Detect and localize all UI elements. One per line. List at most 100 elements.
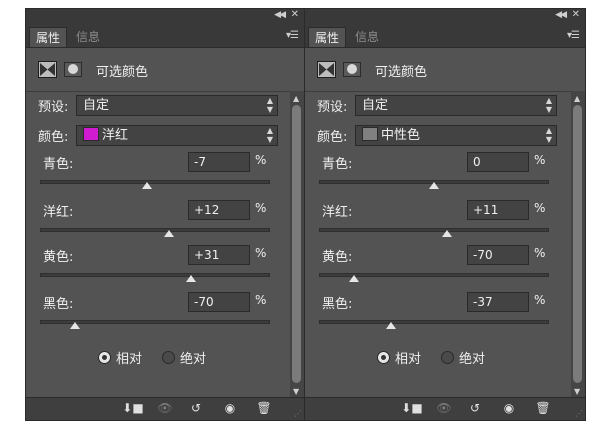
adjustment-header: 可选颜色 — [305, 47, 585, 93]
panel-menu-icon[interactable]: ▾☰ — [286, 30, 299, 41]
scrollbar[interactable]: ▲ ▼ — [290, 91, 304, 399]
color-swatch — [362, 127, 378, 141]
radio-button-checked[interactable] — [98, 351, 111, 364]
preset-value: 自定 — [83, 98, 110, 113]
radio-button-checked[interactable] — [377, 351, 390, 364]
slider-value-input[interactable]: 0 — [467, 152, 529, 172]
slider-handle[interactable] — [163, 230, 174, 237]
preset-select[interactable]: 自定 ▲ ▼ — [76, 95, 278, 116]
slider-track[interactable] — [40, 180, 270, 184]
slider-handle[interactable] — [69, 322, 80, 329]
colors-select[interactable]: 洋红 ▲ ▼ — [76, 125, 278, 146]
slider-row-black: 黑色: -37% — [305, 292, 571, 339]
visibility-eye-icon[interactable]: ◉ — [220, 401, 240, 417]
slider-row-black: 黑色: -70% — [26, 292, 292, 339]
tab-properties[interactable]: 属性 — [29, 27, 68, 47]
view-previous-icon[interactable]: 👁 — [154, 401, 176, 417]
panel-menu-icon[interactable]: ▾☰ — [567, 30, 580, 41]
slider-track[interactable] — [319, 320, 549, 324]
scrollbar-thumb[interactable] — [292, 105, 301, 383]
slider-handle[interactable] — [441, 230, 452, 237]
slider-track[interactable] — [40, 228, 270, 232]
preset-label: 预设: — [317, 100, 348, 115]
radio-absolute[interactable]: 绝对 — [441, 348, 485, 367]
visibility-eye-icon[interactable]: ◉ — [499, 401, 519, 417]
radio-relative[interactable]: 相对 — [377, 348, 421, 367]
double-chevron-left-icon[interactable]: ◀◀ — [274, 10, 286, 20]
panel-title-bar: ◀◀ ✕ — [305, 9, 585, 23]
slider-handle[interactable] — [348, 275, 359, 282]
mask-icon[interactable] — [64, 62, 82, 77]
colors-select[interactable]: 中性色 ▲ ▼ — [355, 125, 557, 146]
slider-handle[interactable] — [429, 182, 439, 189]
slider-label: 青色: — [322, 157, 353, 172]
slider-value-input[interactable]: +11 — [467, 200, 529, 220]
slider-row-yellow: 黄色: +31% — [26, 245, 292, 292]
scrollbar[interactable]: ▲ ▼ — [571, 91, 585, 399]
radio-relative-label: 相对 — [116, 352, 143, 367]
slider-handle[interactable] — [185, 275, 196, 282]
close-icon[interactable]: ✕ — [291, 9, 299, 20]
slider-track[interactable] — [40, 273, 270, 277]
resize-grip-icon[interactable]: ⋰ — [575, 409, 583, 418]
radio-absolute-label: 绝对 — [459, 352, 486, 367]
radio-button[interactable] — [441, 351, 454, 364]
close-icon[interactable]: ✕ — [572, 9, 580, 20]
colors-value: 洋红 — [102, 128, 129, 143]
slider-value-input[interactable]: -70 — [188, 292, 250, 312]
percent-unit: % — [534, 153, 546, 167]
tab-info[interactable]: 信息 — [70, 27, 106, 47]
radio-relative[interactable]: 相对 — [98, 348, 142, 367]
radio-relative-label: 相对 — [395, 352, 422, 367]
slider-value-input[interactable]: -7 — [188, 152, 250, 172]
tab-info[interactable]: 信息 — [349, 27, 385, 47]
double-chevron-left-icon[interactable]: ◀◀ — [555, 10, 567, 20]
slider-row-yellow: 黄色: -70% — [305, 245, 571, 292]
scrollbar-thumb[interactable] — [573, 105, 582, 383]
panel-footer: ⬇■ 👁 ↺ ◉ 🗑 ⋰ — [26, 397, 304, 420]
preset-select[interactable]: 自定 ▲ ▼ — [355, 95, 557, 116]
slider-value-input[interactable]: -70 — [467, 245, 529, 265]
clip-to-layer-icon[interactable]: ⬇■ — [122, 401, 144, 417]
reset-icon[interactable]: ↺ — [465, 401, 485, 417]
slider-label: 黑色: — [43, 297, 74, 312]
preset-label: 预设: — [38, 100, 69, 115]
colors-value: 中性色 — [381, 128, 421, 143]
colors-label: 颜色: — [317, 130, 348, 145]
adjustment-icon[interactable] — [38, 61, 57, 78]
divider — [305, 91, 571, 92]
slider-row-cyan: 青色: 0% — [305, 152, 571, 199]
percent-unit: % — [255, 246, 267, 260]
scroll-down-icon[interactable]: ▼ — [293, 387, 299, 396]
scroll-up-icon[interactable]: ▲ — [574, 94, 580, 103]
radio-button[interactable] — [162, 351, 175, 364]
clip-to-layer-icon[interactable]: ⬇■ — [401, 401, 423, 417]
slider-handle[interactable] — [141, 182, 152, 189]
slider-value-input[interactable]: +31 — [188, 245, 250, 265]
percent-unit: % — [255, 293, 267, 307]
percent-unit: % — [534, 201, 546, 215]
slider-handle[interactable] — [386, 322, 397, 329]
reset-icon[interactable]: ↺ — [186, 401, 206, 417]
slider-value-input[interactable]: +12 — [188, 200, 250, 220]
preset-value: 自定 — [362, 98, 389, 113]
scroll-up-icon[interactable]: ▲ — [293, 94, 299, 103]
adjustment-icon[interactable] — [317, 61, 336, 78]
slider-label: 黄色: — [43, 250, 74, 265]
properties-panel-left: ◀◀ ✕ 属性 信息 ▾☰ 可选颜色 ▲ ▼ 预设: 自定 ▲ ▼ 颜色: 洋红 … — [25, 8, 305, 421]
tab-bar: 属性 信息 ▾☰ — [305, 23, 585, 48]
color-swatch — [83, 127, 99, 141]
view-previous-icon[interactable]: 👁 — [433, 401, 455, 417]
tab-properties[interactable]: 属性 — [308, 27, 347, 47]
updown-arrows-icon: ▲ ▼ — [545, 126, 552, 144]
slider-value-input[interactable]: -37 — [467, 292, 529, 312]
mask-icon[interactable] — [343, 62, 361, 77]
resize-grip-icon[interactable]: ⋰ — [294, 409, 302, 418]
properties-panel-right: ◀◀ ✕ 属性 信息 ▾☰ 可选颜色 ▲ ▼ 预设: 自定 ▲ ▼ 颜色: 中性色… — [304, 8, 586, 421]
slider-track[interactable] — [319, 228, 549, 232]
scroll-down-icon[interactable]: ▼ — [574, 387, 580, 396]
slider-row-magenta: 洋红: +11% — [305, 200, 571, 247]
trash-icon[interactable]: 🗑 — [254, 401, 274, 417]
radio-absolute[interactable]: 绝对 — [162, 348, 206, 367]
trash-icon[interactable]: 🗑 — [533, 401, 553, 417]
